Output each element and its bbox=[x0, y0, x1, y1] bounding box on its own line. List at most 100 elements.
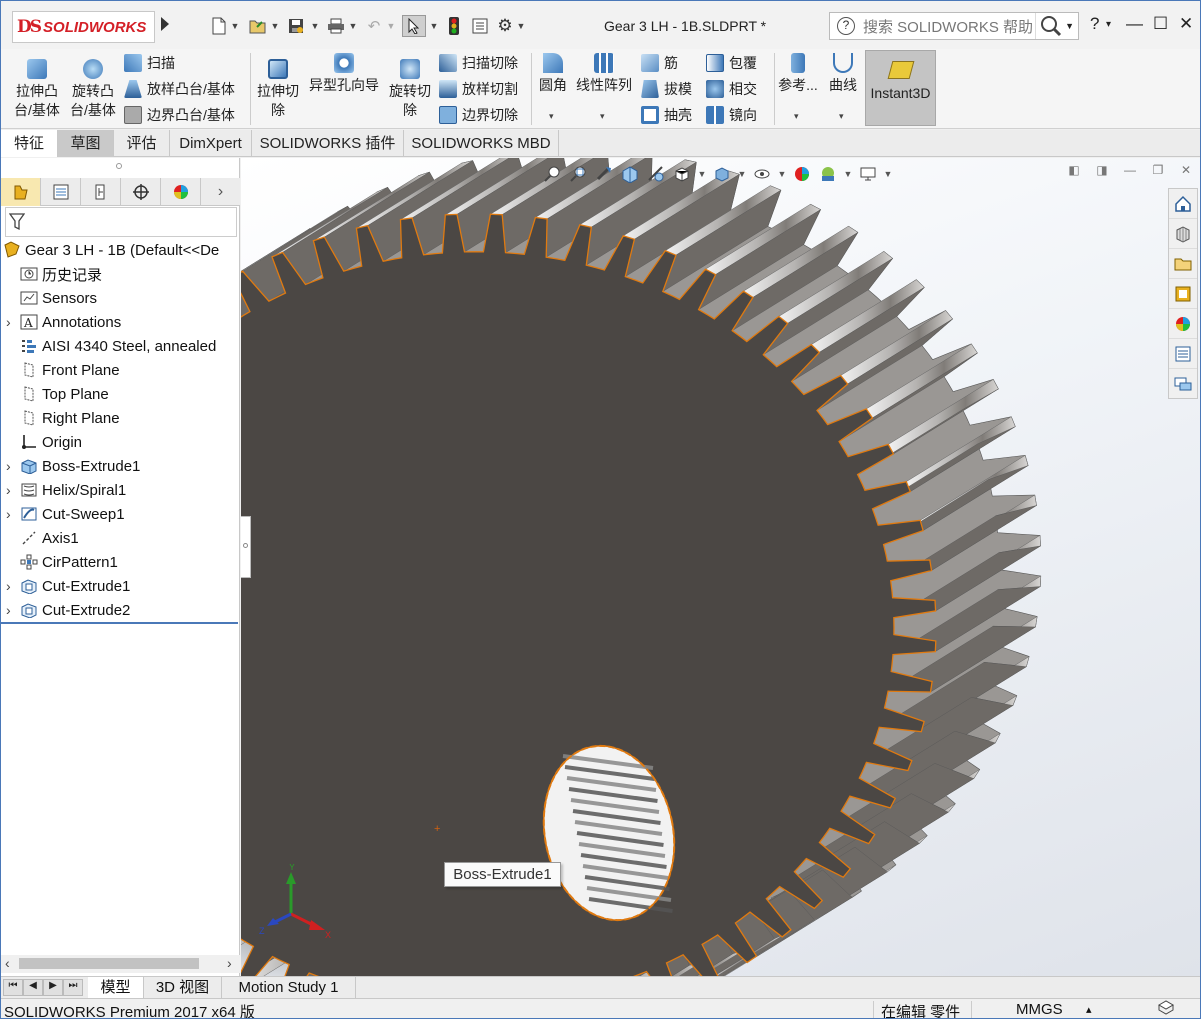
tree-item-cirpattern1[interactable]: CirPattern1 bbox=[1, 550, 240, 574]
hide-show-items-icon[interactable] bbox=[751, 164, 773, 184]
more-tabs-chevron-icon[interactable]: › bbox=[201, 178, 240, 206]
last-tab-icon[interactable]: ⏭ bbox=[63, 979, 83, 996]
feature-filter-box[interactable] bbox=[5, 207, 237, 237]
swept-cut-button[interactable]: 扫描切除 bbox=[439, 53, 518, 73]
linear-pattern-button[interactable]: 线性阵列 bbox=[575, 53, 633, 95]
panel-flyout-handle[interactable] bbox=[241, 516, 251, 578]
tree-rollback-bar[interactable] bbox=[1, 622, 238, 624]
curves-dropdown-icon[interactable]: ▾ bbox=[839, 111, 844, 122]
view-orientation-dropdown-icon[interactable]: ▼ bbox=[697, 164, 707, 184]
expand-arrow-icon[interactable]: › bbox=[6, 602, 16, 618]
print-dropdown-icon[interactable]: ▼ bbox=[349, 21, 358, 31]
expand-arrow-icon[interactable]: › bbox=[6, 458, 16, 474]
dimxpertmanager-tab-icon[interactable] bbox=[121, 178, 161, 206]
graphics-area[interactable]: ▼ ▼ ▼ ▼ ▼ ◧ ◨ — ❐ ✕ + Boss-Extrude1 Y X … bbox=[241, 158, 1200, 976]
expand-arrow-icon[interactable]: › bbox=[6, 314, 16, 330]
scroll-thumb[interactable] bbox=[19, 958, 199, 969]
tab-model[interactable]: 模型 bbox=[88, 977, 144, 999]
expand-arrow-icon[interactable]: › bbox=[6, 578, 16, 594]
print-icon[interactable] bbox=[325, 15, 347, 37]
tree-item-aisi-4340-steel-annealed[interactable]: AISI 4340 Steel, annealed bbox=[1, 334, 240, 358]
tab-sketch[interactable]: 草图 bbox=[58, 130, 114, 157]
tab-motion-study[interactable]: Motion Study 1 bbox=[222, 977, 356, 999]
extrude-boss-button[interactable]: 拉伸凸 台/基体 bbox=[13, 59, 61, 120]
view-settings-dropdown-icon[interactable]: ▼ bbox=[883, 164, 893, 184]
displaymanager-tab-icon[interactable] bbox=[161, 178, 201, 206]
view-palette-icon[interactable] bbox=[1169, 279, 1197, 309]
tab-addins[interactable]: SOLIDWORKS 插件 bbox=[252, 130, 404, 157]
apply-scene-icon[interactable] bbox=[817, 164, 839, 184]
propertymanager-tab-icon[interactable] bbox=[41, 178, 81, 206]
viewport-restore-icon[interactable]: ❐ bbox=[1144, 158, 1172, 182]
tree-item-boss-extrude1[interactable]: › Boss-Extrude1 bbox=[1, 454, 240, 478]
file-explorer-icon[interactable] bbox=[1169, 249, 1197, 279]
help-dropdown-icon[interactable]: ▾ bbox=[1106, 19, 1111, 30]
search-icon[interactable] bbox=[1035, 13, 1065, 39]
hide-show-dropdown-icon[interactable]: ▼ bbox=[777, 164, 787, 184]
previous-view-icon[interactable] bbox=[593, 164, 615, 184]
reference-dropdown-icon[interactable]: ▾ bbox=[794, 111, 799, 122]
edit-appearance-icon[interactable] bbox=[791, 164, 813, 184]
help-search-box[interactable]: ? 搜索 SOLIDWORKS 帮助 ▼ bbox=[829, 12, 1079, 40]
prev-tab-icon[interactable]: ◀ bbox=[23, 979, 43, 996]
display-style-dropdown-icon[interactable]: ▼ bbox=[737, 164, 747, 184]
options-dropdown-icon[interactable]: ▼ bbox=[517, 21, 526, 31]
solidworks-resources-home-icon[interactable] bbox=[1169, 189, 1197, 219]
design-library-icon[interactable] bbox=[1169, 219, 1197, 249]
tree-item-cut-extrude2[interactable]: › Cut-Extrude2 bbox=[1, 598, 240, 622]
draft-button[interactable]: 拔模 bbox=[641, 79, 692, 99]
help-question-icon[interactable]: ? bbox=[837, 17, 855, 35]
tree-item-top-plane[interactable]: Top Plane bbox=[1, 382, 240, 406]
wrap-button[interactable]: 包覆 bbox=[706, 53, 757, 73]
open-dropdown-icon[interactable]: ▼ bbox=[271, 21, 280, 31]
select-cursor-icon[interactable] bbox=[402, 15, 426, 37]
unit-system-dropdown-icon[interactable]: ▴ bbox=[1086, 1003, 1092, 1016]
solidworks-logo[interactable]: DS SOLIDWORKS bbox=[12, 11, 155, 43]
tree-item-right-plane[interactable]: Right Plane bbox=[1, 406, 240, 430]
fillet-dropdown-icon[interactable]: ▾ bbox=[549, 111, 554, 122]
curves-button[interactable]: 曲线 bbox=[825, 53, 861, 95]
zoom-to-fit-icon[interactable] bbox=[541, 164, 563, 184]
extrude-cut-button[interactable]: 拉伸切 除 bbox=[254, 59, 302, 120]
viewport-minimize-icon[interactable]: — bbox=[1116, 158, 1144, 182]
boundary-cut-button[interactable]: 边界切除 bbox=[439, 105, 518, 125]
tab-3d-view[interactable]: 3D 视图 bbox=[144, 977, 222, 999]
expand-arrow-icon[interactable]: › bbox=[6, 482, 16, 498]
boundary-boss-button[interactable]: 边界凸台/基体 bbox=[124, 105, 235, 125]
solidworks-forum-icon[interactable] bbox=[1169, 369, 1197, 399]
save-dropdown-icon[interactable]: ▼ bbox=[311, 21, 320, 31]
view-settings-monitor-icon[interactable] bbox=[857, 164, 879, 184]
shell-button[interactable]: 抽壳 bbox=[641, 105, 692, 125]
tree-item-front-plane[interactable]: Front Plane bbox=[1, 358, 240, 382]
revolve-cut-button[interactable]: 旋转切 除 bbox=[386, 59, 434, 120]
file-properties-icon[interactable] bbox=[470, 15, 490, 37]
tree-item-cut-sweep1[interactable]: › Cut-Sweep1 bbox=[1, 502, 240, 526]
tree-item-cut-extrude1[interactable]: › Cut-Extrude1 bbox=[1, 574, 240, 598]
appearances-scenes-icon[interactable] bbox=[1169, 309, 1197, 339]
tab-features[interactable]: 特征 bbox=[1, 130, 58, 157]
view-orientation-icon[interactable] bbox=[671, 164, 693, 184]
minimize-button[interactable]: — bbox=[1126, 14, 1143, 34]
hole-wizard-button[interactable]: 异型孔向导 bbox=[306, 53, 382, 95]
undo-dropdown-icon[interactable]: ▼ bbox=[387, 21, 396, 31]
configurationmanager-tab-icon[interactable] bbox=[81, 178, 121, 206]
dynamic-annotation-icon[interactable] bbox=[645, 164, 667, 184]
unit-system[interactable]: MMGS bbox=[1016, 1001, 1063, 1018]
reference-geometry-button[interactable]: 参考... bbox=[778, 53, 818, 95]
intersect-button[interactable]: 相交 bbox=[706, 79, 757, 99]
display-style-icon[interactable] bbox=[711, 164, 733, 184]
save-icon[interactable] bbox=[285, 15, 307, 37]
select-dropdown-icon[interactable]: ▼ bbox=[430, 21, 439, 31]
panel-splitter-handle[interactable] bbox=[116, 163, 122, 169]
tab-mbd[interactable]: SOLIDWORKS MBD bbox=[404, 130, 559, 157]
revolve-boss-button[interactable]: 旋转凸 台/基体 bbox=[69, 59, 117, 120]
tree-root-part[interactable]: Gear 3 LH - 1B (Default<<De bbox=[1, 238, 240, 262]
section-view-icon[interactable] bbox=[619, 164, 641, 184]
lofted-cut-button[interactable]: 放样切割 bbox=[439, 79, 518, 99]
close-button[interactable]: ✕ bbox=[1179, 14, 1193, 34]
scroll-right-icon[interactable]: › bbox=[227, 955, 232, 971]
loft-button[interactable]: 放样凸台/基体 bbox=[124, 79, 235, 99]
filter-icon[interactable] bbox=[9, 213, 25, 231]
tab-dimxpert[interactable]: DimXpert bbox=[170, 130, 252, 157]
rebuild-traffic-light-icon[interactable] bbox=[446, 15, 462, 37]
